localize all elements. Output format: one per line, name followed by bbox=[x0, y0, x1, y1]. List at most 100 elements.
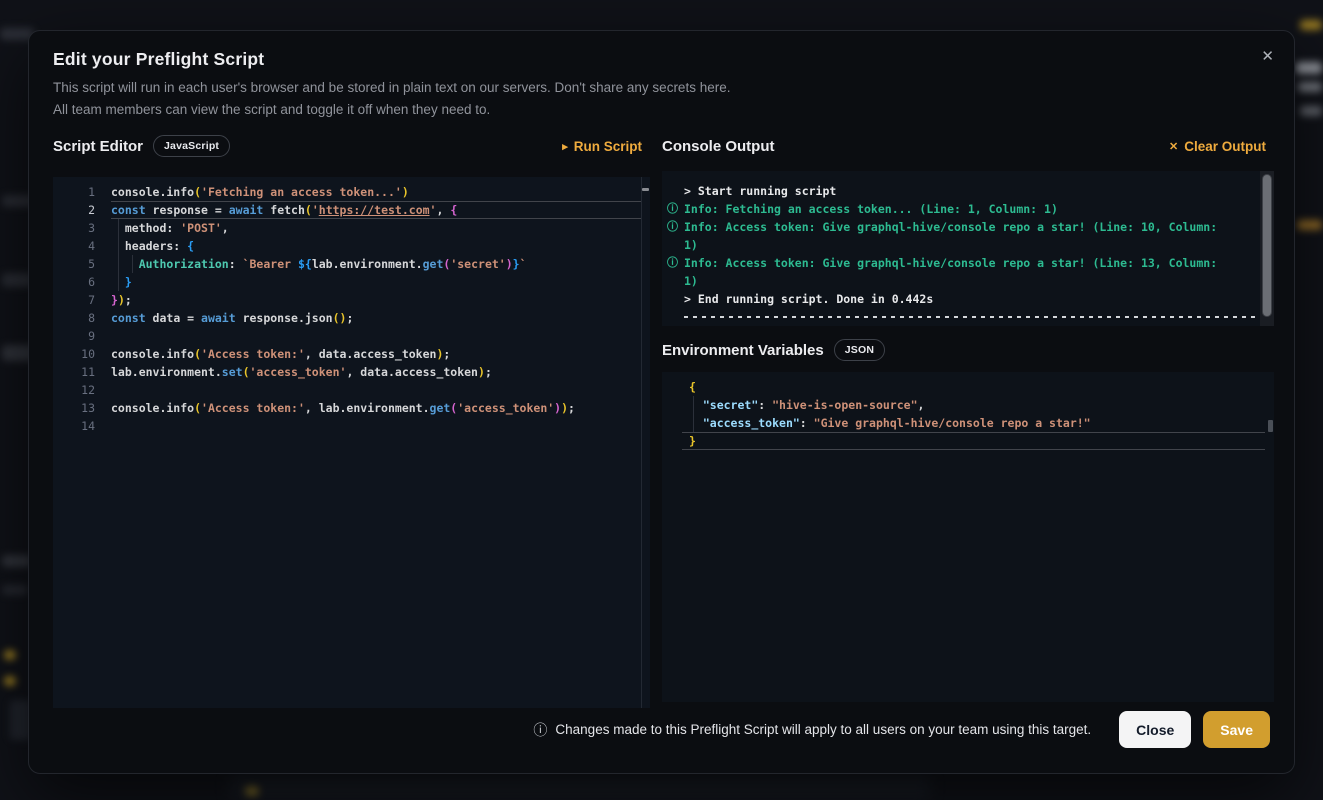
separator-line bbox=[684, 316, 1256, 318]
footer-note: ⓘ Changes made to this Preflight Script … bbox=[533, 720, 1091, 740]
console-line: ⓘInfo: Access token: Give graphql-hive/c… bbox=[666, 254, 1258, 272]
code-line: const data = await response.json(); bbox=[111, 309, 641, 327]
console-line: 1) bbox=[666, 236, 1258, 254]
console-scrollbar[interactable] bbox=[1260, 171, 1274, 326]
icon-spacer bbox=[666, 182, 684, 200]
console-text: 1) bbox=[684, 272, 698, 290]
clear-output-label: Clear Output bbox=[1184, 139, 1266, 154]
console-scrollbar-thumb[interactable] bbox=[1262, 174, 1272, 317]
console-line: ⓘInfo: Fetching an access token... (Line… bbox=[666, 200, 1258, 218]
close-button[interactable]: Close bbox=[1119, 711, 1191, 748]
script-editor-label: Script Editor bbox=[53, 138, 143, 155]
line-number: 7 bbox=[53, 291, 95, 309]
code-line: const response = await fetch('https://te… bbox=[111, 201, 641, 219]
environment-variables-editor[interactable]: { "secret": "hive-is-open-source", "acce… bbox=[662, 372, 1274, 702]
line-number: 13 bbox=[53, 399, 95, 417]
env-line: "secret": "hive-is-open-source", bbox=[682, 396, 1265, 414]
console-text: > End running script. Done in 0.442s bbox=[684, 290, 933, 308]
modal-description-line2: All team members can view the script and… bbox=[53, 99, 730, 121]
console-output[interactable]: > Start running scriptⓘInfo: Fetching an… bbox=[662, 171, 1274, 326]
code-line bbox=[111, 327, 641, 345]
editor-gutter: 1234567891011121314 bbox=[53, 183, 95, 435]
code-line: method: 'POST', bbox=[111, 219, 641, 237]
code-line: Authorization: `Bearer ${lab.environment… bbox=[111, 255, 641, 273]
clear-icon: ✕ bbox=[1169, 140, 1178, 153]
backdrop-blur-shape bbox=[1300, 106, 1322, 116]
code-line: console.info('Fetching an access token..… bbox=[111, 183, 641, 201]
modal-description-line1: This script will run in each user's brow… bbox=[53, 77, 730, 99]
line-number: 6 bbox=[53, 273, 95, 291]
line-number: 1 bbox=[53, 183, 95, 201]
modal-footer: ⓘ Changes made to this Preflight Script … bbox=[533, 711, 1270, 748]
line-number: 3 bbox=[53, 219, 95, 237]
footer-note-text: Changes made to this Preflight Script wi… bbox=[555, 722, 1091, 737]
backdrop-blur-shape bbox=[4, 676, 16, 686]
line-number: 12 bbox=[53, 381, 95, 399]
code-line: headers: { bbox=[111, 237, 641, 255]
code-line: }); bbox=[111, 291, 641, 309]
line-number: 10 bbox=[53, 345, 95, 363]
backdrop-blur-shape bbox=[2, 585, 28, 595]
code-line: console.info('Access token:', data.acces… bbox=[111, 345, 641, 363]
code-line: } bbox=[111, 273, 641, 291]
modal-description: This script will run in each user's brow… bbox=[53, 77, 730, 121]
run-script-button[interactable]: ▸ Run Script bbox=[562, 139, 642, 154]
env-line: { bbox=[682, 378, 1265, 396]
line-number: 4 bbox=[53, 237, 95, 255]
json-badge: JSON bbox=[834, 339, 885, 361]
backdrop-blur-shape bbox=[4, 650, 16, 660]
console-text: > Start running script bbox=[684, 182, 836, 200]
script-editor-section: Script Editor JavaScript ▸ Run Script 12… bbox=[53, 132, 650, 708]
info-icon: ⓘ bbox=[666, 200, 684, 218]
clear-output-button[interactable]: ✕ Clear Output bbox=[1169, 139, 1266, 154]
backdrop-blur-shape bbox=[1300, 20, 1322, 30]
env-line: "access_token": "Give graphql-hive/conso… bbox=[682, 414, 1265, 432]
code-line bbox=[111, 417, 641, 435]
console-text: 1) bbox=[684, 236, 698, 254]
run-script-label: Run Script bbox=[574, 139, 642, 154]
icon-spacer bbox=[666, 236, 684, 254]
backdrop-blur-shape bbox=[1297, 220, 1322, 230]
icon-spacer bbox=[666, 272, 684, 290]
console-output-label: Console Output bbox=[662, 138, 775, 155]
line-number: 14 bbox=[53, 417, 95, 435]
icon-spacer bbox=[666, 290, 684, 308]
language-badge: JavaScript bbox=[153, 135, 230, 157]
env-code: { "secret": "hive-is-open-source", "acce… bbox=[682, 378, 1265, 450]
line-number: 5 bbox=[53, 255, 95, 273]
console-line: > End running script. Done in 0.442s bbox=[666, 290, 1258, 308]
modal-title: Edit your Preflight Script bbox=[53, 49, 264, 70]
overview-ruler-mark bbox=[1268, 420, 1273, 432]
console-text: Info: Access token: Give graphql-hive/co… bbox=[684, 254, 1217, 272]
console-text: Info: Fetching an access token... (Line:… bbox=[684, 200, 1058, 218]
backdrop-blur-shape bbox=[245, 786, 259, 796]
code-line: lab.environment.set('access_token', data… bbox=[111, 363, 641, 381]
line-number: 2 bbox=[53, 201, 95, 219]
console-lines: > Start running scriptⓘInfo: Fetching an… bbox=[666, 182, 1258, 326]
preflight-script-modal: ✕ Edit your Preflight Script This script… bbox=[28, 30, 1295, 774]
indent-guide bbox=[118, 219, 119, 291]
backdrop-blur-shape bbox=[1296, 62, 1322, 74]
backdrop-blur-shape bbox=[230, 774, 930, 800]
editor-scroll-border bbox=[641, 177, 642, 708]
indent-guide bbox=[132, 255, 133, 273]
line-number: 8 bbox=[53, 309, 95, 327]
console-separator-row bbox=[666, 308, 1258, 326]
close-icon[interactable]: ✕ bbox=[1257, 45, 1278, 68]
code-line: console.info('Access token:', lab.enviro… bbox=[111, 399, 641, 417]
info-icon: ⓘ bbox=[666, 218, 684, 236]
overview-ruler-mark bbox=[642, 188, 649, 191]
play-icon: ▸ bbox=[562, 140, 568, 153]
info-icon: ⓘ bbox=[533, 720, 547, 740]
editor-code: console.info('Fetching an access token..… bbox=[111, 183, 641, 435]
env-line: } bbox=[682, 432, 1265, 450]
backdrop-blur-shape bbox=[1298, 82, 1322, 92]
line-number: 11 bbox=[53, 363, 95, 381]
code-line bbox=[111, 381, 641, 399]
info-icon: ⓘ bbox=[666, 254, 684, 272]
console-line: ⓘInfo: Access token: Give graphql-hive/c… bbox=[666, 218, 1258, 236]
indent-guide bbox=[693, 396, 694, 432]
save-button[interactable]: Save bbox=[1203, 711, 1270, 748]
console-line: > Start running script bbox=[666, 182, 1258, 200]
script-editor[interactable]: 1234567891011121314 console.info('Fetchi… bbox=[53, 177, 650, 708]
